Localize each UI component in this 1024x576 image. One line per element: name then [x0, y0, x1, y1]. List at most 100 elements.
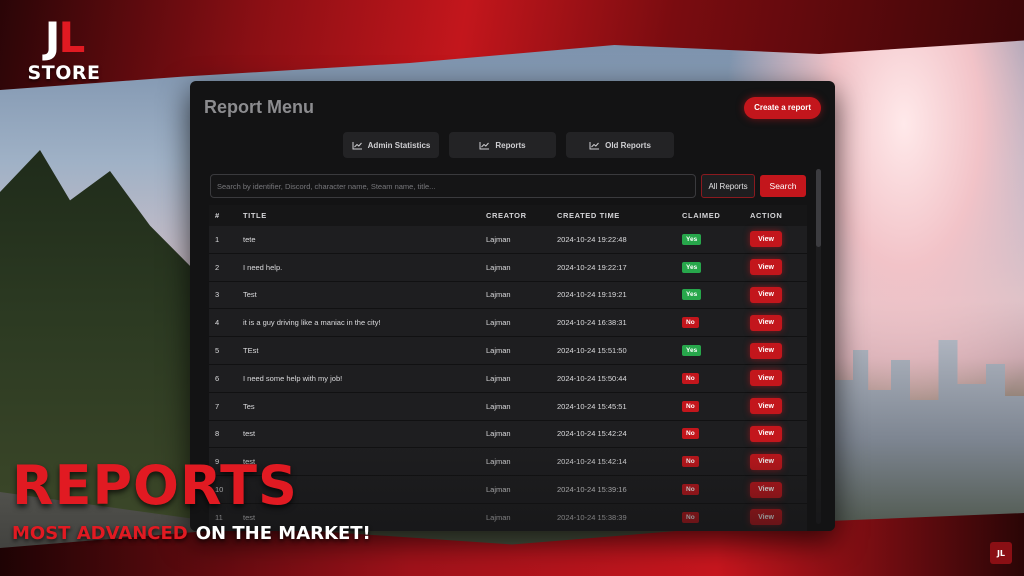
- row-created-time: 2024-10-24 16:38:31: [557, 318, 627, 328]
- view-report-button[interactable]: View: [750, 425, 782, 442]
- row-creator: Lajman: [486, 401, 511, 411]
- claimed-badge: No: [682, 428, 699, 440]
- row-claimed: Yes: [682, 233, 750, 245]
- corner-logo: JL: [990, 542, 1012, 564]
- row-action: View: [750, 398, 807, 415]
- table-row: 6 I need some help with my job! Lajman 2024…: [209, 364, 807, 393]
- row-action: View: [750, 370, 807, 387]
- row-claimed: Yes: [682, 261, 750, 273]
- scrollbar[interactable]: [816, 169, 821, 524]
- view-report-button[interactable]: View: [750, 231, 782, 248]
- view-report-button[interactable]: View: [750, 453, 782, 470]
- search-button[interactable]: Search: [760, 175, 806, 197]
- row-created-time: 2024-10-24 15:45:51: [557, 401, 627, 411]
- row-created-time: 2024-10-24 19:22:48: [557, 234, 627, 244]
- row-num: 1: [215, 234, 220, 244]
- row-action: View: [750, 509, 807, 526]
- row-num: 5: [215, 346, 220, 356]
- table-row: 7 Tes Lajman 2024-10-24 15:45:51 No View: [209, 392, 807, 421]
- claimed-badge: No: [682, 511, 699, 523]
- view-report-button[interactable]: View: [750, 286, 782, 303]
- tab-reports[interactable]: Reports: [449, 132, 556, 158]
- chart-line-icon: [589, 141, 600, 149]
- scrollbar-thumb[interactable]: [816, 169, 821, 247]
- row-title: test: [243, 429, 256, 439]
- row-num: 2: [215, 262, 220, 272]
- row-action: View: [750, 286, 807, 303]
- promo-subtitle-accent: MOST ADVANCED: [12, 523, 188, 544]
- header-creator: CREATOR: [486, 211, 527, 220]
- row-claimed: No: [682, 372, 750, 384]
- table-row: 10 Lajman 2024-10-24 15:39:16 No View: [209, 476, 807, 504]
- row-created-time: 2024-10-24 15:38:39: [557, 512, 627, 522]
- row-creator: Lajman: [486, 290, 511, 300]
- row-creator: Lajman: [486, 512, 511, 522]
- promo-title: REPORTS: [12, 454, 298, 517]
- claimed-badge: Yes: [682, 261, 702, 273]
- row-created-time: 2024-10-24 19:22:17: [557, 262, 627, 272]
- table-row: 5 TEst Lajman 2024-10-24 15:51:50 Yes View: [209, 337, 807, 365]
- row-created-time: 2024-10-24 15:51:50: [557, 346, 627, 356]
- tab-admin-statistics[interactable]: Admin Statistics: [343, 132, 439, 158]
- row-action: View: [750, 231, 807, 248]
- search-input[interactable]: [210, 174, 696, 198]
- row-claimed: Yes: [682, 345, 750, 357]
- header-title: TITLE: [243, 211, 267, 220]
- row-created-time: 2024-10-24 19:19:21: [557, 290, 627, 300]
- row-num: 4: [215, 318, 220, 328]
- table-row: 2 I need help. Lajman 2024-10-24 19:22:17 Ye…: [209, 253, 807, 282]
- view-report-button[interactable]: View: [750, 259, 782, 276]
- header-claimed: CLAIMED: [682, 211, 721, 220]
- header-created-time: CREATED TIME: [557, 211, 620, 220]
- promo-subtitle-plain: ON THE MARKET!: [195, 523, 371, 544]
- tab-label: Old Reports: [605, 140, 651, 150]
- row-action: View: [750, 425, 807, 442]
- table-row: 9 test Lajman 2024-10-24 15:42:14 No View: [209, 448, 807, 477]
- logo-store-text: STORE: [27, 62, 101, 84]
- logo-mark: JL: [28, 16, 100, 60]
- tab-old-reports[interactable]: Old Reports: [566, 132, 674, 158]
- row-created-time: 2024-10-24 15:50:44: [557, 373, 627, 383]
- row-action: View: [750, 259, 807, 276]
- row-claimed: No: [682, 317, 750, 329]
- claimed-badge: Yes: [682, 345, 702, 357]
- row-created-time: 2024-10-24 15:42:14: [557, 457, 627, 467]
- row-num: 7: [215, 401, 220, 411]
- logo-letter-j: J: [44, 13, 61, 62]
- page-title: Report Menu: [204, 97, 314, 117]
- row-creator: Lajman: [486, 457, 511, 467]
- row-creator: Lajman: [486, 485, 511, 495]
- row-creator: Lajman: [486, 318, 511, 328]
- row-title: I need some help with my job!: [243, 373, 343, 383]
- row-creator: Lajman: [486, 262, 511, 272]
- chart-line-icon: [352, 141, 362, 149]
- claimed-badge: No: [682, 372, 699, 384]
- view-report-button[interactable]: View: [750, 481, 782, 498]
- row-claimed: No: [682, 400, 750, 412]
- row-created-time: 2024-10-24 15:42:24: [557, 429, 627, 439]
- row-claimed: Yes: [682, 289, 750, 301]
- view-report-button[interactable]: View: [750, 370, 782, 387]
- reports-table: # TITLE CREATOR CREATED TIME CLAIMED ACT…: [209, 205, 807, 531]
- row-title: Test: [243, 290, 257, 300]
- header-action: ACTION: [750, 211, 783, 220]
- tab-label: Admin Statistics: [367, 140, 431, 150]
- create-report-button[interactable]: Create a report: [744, 97, 821, 119]
- view-report-button[interactable]: View: [750, 342, 782, 359]
- row-title: I need help.: [243, 262, 283, 272]
- table-row: 1 tete Lajman 2024-10-24 19:22:48 Yes View: [209, 226, 807, 254]
- row-action: View: [750, 342, 807, 359]
- table-body: 1 tete Lajman 2024-10-24 19:22:48 Yes View 2 I …: [209, 226, 807, 531]
- table-row: 8 test Lajman 2024-10-24 15:42:24 No View: [209, 420, 807, 449]
- table-header: # TITLE CREATOR CREATED TIME CLAIMED ACT…: [209, 205, 807, 226]
- row-action: View: [750, 453, 807, 470]
- view-report-button[interactable]: View: [750, 314, 782, 331]
- claimed-badge: No: [682, 400, 699, 412]
- filter-all-reports-button[interactable]: All Reports: [701, 174, 755, 198]
- row-num: 6: [215, 373, 220, 383]
- promo-subtitle: MOST ADVANCED ON THE MARKET!: [12, 522, 371, 546]
- view-report-button[interactable]: View: [750, 398, 782, 415]
- view-report-button[interactable]: View: [750, 509, 782, 526]
- row-title: Tes: [243, 401, 255, 411]
- header-num: #: [215, 211, 220, 220]
